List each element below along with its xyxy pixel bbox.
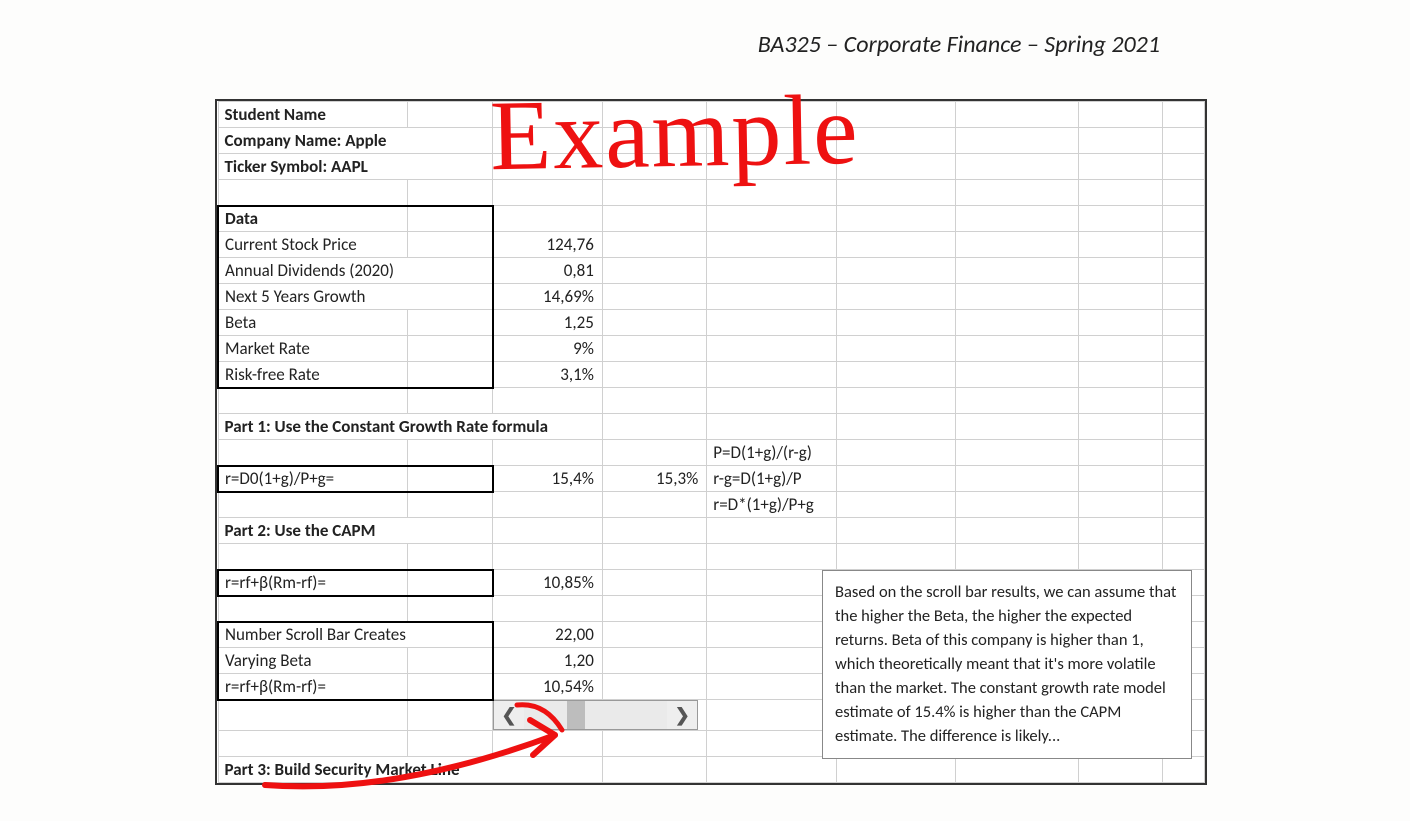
data-row-value: 3,1% (493, 362, 603, 388)
data-row-value: 14,69% (493, 284, 603, 310)
data-row-value: 0,81 (493, 258, 603, 284)
capm-value: 10,85% (493, 570, 603, 596)
data-row-value: 1,25 (493, 310, 603, 336)
side-formula-3: r=D*(1+g)/P+g (707, 492, 837, 518)
data-row-label: Annual Dividends (2020) (218, 258, 493, 284)
part1-value: 15,4% (493, 466, 603, 492)
part2-header: Part 2: Use the CAPM (218, 518, 493, 544)
part3-header: Part 3: Build Security Market Line (218, 757, 602, 783)
ticker-label: Ticker Symbol: AAPL (218, 154, 493, 180)
data-row-label: Next 5 Years Growth (218, 284, 493, 310)
data-row-label: Market Rate (218, 336, 408, 362)
part1-header: Part 1: Use the Constant Growth Rate for… (218, 414, 602, 440)
beta-scrollbar[interactable]: ❮ ❯ (493, 700, 698, 730)
part1-alt-value: 15,3% (602, 466, 706, 492)
company-name-label: Company Name: Apple (218, 128, 493, 154)
varying-beta-label: Varying Beta (218, 648, 408, 674)
data-row-label: Beta (218, 310, 408, 336)
spreadsheet: Student Name Company Name: Apple Ticker … (215, 99, 1207, 785)
data-row-value: 124,76 (493, 232, 603, 258)
side-formula-2: r-g=D(1+g)/P (707, 466, 837, 492)
capm2-value: 10,54% (493, 674, 603, 700)
data-header: Data (218, 206, 408, 232)
scrollbar-right-button[interactable]: ❯ (667, 701, 697, 729)
scroll-bar-value: 22,00 (493, 622, 603, 648)
scroll-bar-label: Number Scroll Bar Creates (218, 622, 493, 648)
capm2-formula-label: r=rf+β(Rm-rf)= (218, 674, 408, 700)
scrollbar-thumb[interactable] (567, 701, 585, 729)
side-formula-1: P=D(1+g)/(r-g) (707, 440, 837, 466)
scrollbar-left-button[interactable]: ❮ (494, 701, 524, 729)
analysis-note-box: Based on the scroll bar results, we can … (822, 570, 1192, 759)
scrollbar-track[interactable] (524, 701, 667, 729)
part1-formula-label: r=D0(1+g)/P+g= (218, 466, 408, 492)
page-header: BA325 – Corporate Finance – Spring 2021 (20, 30, 1390, 59)
data-row-label: Current Stock Price (218, 232, 408, 258)
varying-beta-value: 1,20 (493, 648, 603, 674)
capm-formula-label: r=rf+β(Rm-rf)= (218, 570, 408, 596)
data-row-value: 9% (493, 336, 603, 362)
student-name-label: Student Name (218, 102, 408, 128)
data-row-label: Risk-free Rate (218, 362, 408, 388)
